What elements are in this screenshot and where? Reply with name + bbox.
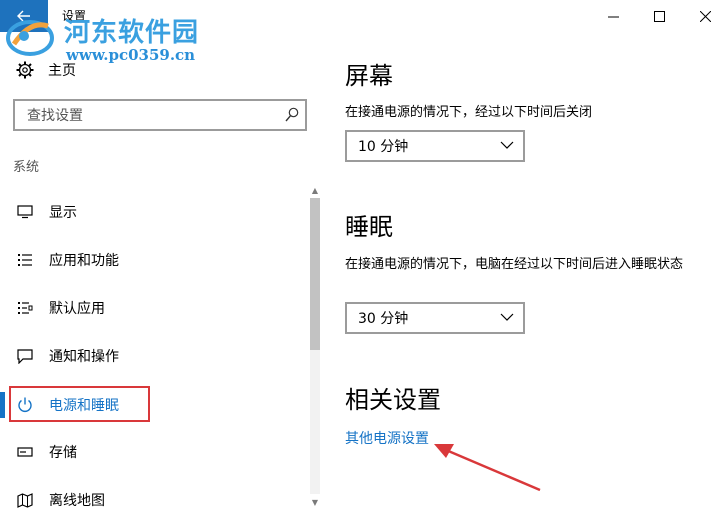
chevron-down-icon: [500, 141, 514, 149]
notification-icon: [16, 347, 34, 365]
additional-power-settings-link[interactable]: 其他电源设置: [345, 428, 429, 448]
display-icon: [16, 203, 34, 221]
search-icon[interactable]: [285, 107, 299, 123]
sidebar-item-offline-maps[interactable]: 离线地图: [16, 487, 105, 513]
scroll-up-arrow[interactable]: ▲: [310, 186, 320, 196]
watermark-logo: [6, 20, 54, 56]
sidebar-item-label: 存储: [49, 445, 77, 461]
scrollbar-thumb[interactable]: [310, 198, 320, 350]
sidebar-item-display[interactable]: 显示: [16, 199, 77, 225]
minimize-button[interactable]: [590, 0, 636, 32]
sidebar-item-label: 应用和功能: [49, 253, 119, 269]
apps-list-icon: [16, 251, 34, 269]
annotation-arrow-icon: [434, 444, 541, 492]
watermark-text: 河东软件园: [64, 18, 200, 48]
default-apps-icon: [16, 299, 34, 317]
dropdown-value: 30 分钟: [358, 311, 409, 327]
minimize-icon: [607, 16, 619, 17]
sleep-timeout-dropdown[interactable]: 30 分钟: [345, 302, 525, 334]
sidebar-item-label: 默认应用: [49, 301, 105, 317]
search-input[interactable]: [25, 105, 269, 127]
sidebar-item-label: 通知和操作: [49, 349, 119, 365]
sleep-description: 在接通电源的情况下，电脑在经过以下时间后进入睡眠状态: [345, 257, 684, 272]
search-box[interactable]: [13, 99, 307, 131]
storage-icon: [16, 443, 34, 461]
chevron-down-icon: [500, 313, 514, 321]
maximize-icon: [653, 10, 665, 22]
active-indicator: [0, 392, 5, 418]
sidebar-item-default-apps[interactable]: 默认应用: [16, 295, 105, 321]
sidebar-item-notifications[interactable]: 通知和操作: [16, 343, 119, 369]
gear-icon: [16, 61, 34, 79]
home-label: 主页: [48, 63, 76, 79]
home-nav-item[interactable]: 主页: [16, 58, 76, 82]
sidebar-item-apps-features[interactable]: 应用和功能: [16, 247, 119, 273]
dropdown-value: 10 分钟: [358, 139, 409, 155]
related-settings-heading: 相关设置: [345, 386, 441, 414]
scroll-down-arrow[interactable]: ▼: [310, 498, 320, 508]
map-icon: [16, 491, 34, 509]
screen-description: 在接通电源的情况下，经过以下时间后关闭: [345, 105, 593, 120]
maximize-button[interactable]: [636, 0, 682, 32]
close-button[interactable]: [682, 0, 728, 32]
annotation-highlight-box: [9, 386, 150, 422]
screen-timeout-dropdown[interactable]: 10 分钟: [345, 130, 525, 162]
close-icon: [699, 10, 711, 22]
watermark-url: www.pc0359.cn: [66, 46, 196, 64]
screen-heading: 屏幕: [345, 62, 393, 90]
sidebar-item-label: 显示: [49, 205, 77, 221]
sleep-heading: 睡眠: [345, 213, 393, 241]
sidebar-item-label: 离线地图: [49, 493, 105, 509]
sidebar-item-storage[interactable]: 存储: [16, 439, 77, 465]
section-label-system: 系统: [13, 160, 40, 175]
